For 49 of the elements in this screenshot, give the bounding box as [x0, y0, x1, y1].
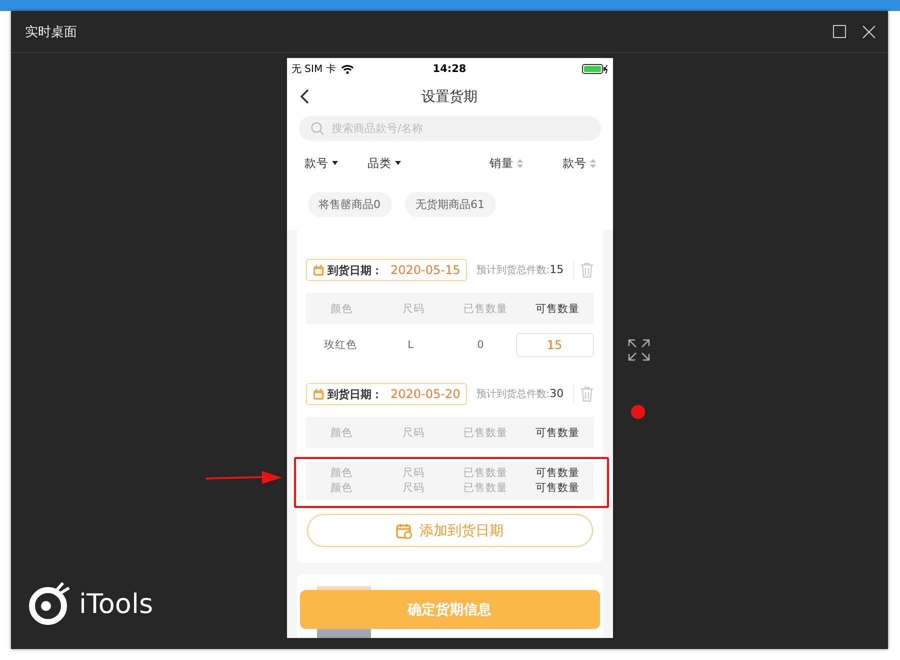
- window-title: 实时桌面: [25, 24, 78, 40]
- filter-dropdown-button[interactable]: 品类: [368, 156, 400, 170]
- expand-icon[interactable]: [628, 339, 650, 361]
- dropdown-caret-icon: [332, 161, 338, 165]
- table-cell-text: 0: [476, 339, 485, 351]
- expected-total-text: 预计到货总件数:30: [476, 387, 565, 401]
- column-header: 尺码: [402, 466, 426, 481]
- column-header: 颜色: [330, 426, 354, 440]
- status-time: 14:28: [432, 63, 466, 75]
- column-header: 尺码: [402, 481, 426, 496]
- calendar-add-icon: [396, 522, 412, 538]
- table-cell-text: 玫红色: [323, 338, 358, 352]
- column-header: 颜色: [330, 466, 354, 481]
- filter-sort-button[interactable]: 销量: [490, 156, 522, 170]
- battery-icon: [582, 64, 608, 74]
- column-header: 颜色: [330, 302, 354, 316]
- column-header: 可售数量: [534, 426, 580, 440]
- arrival-date-badge[interactable]: 到货日期： 2020-05-15: [306, 259, 468, 281]
- itools-logo: iTools: [27, 582, 154, 626]
- column-header: 可售数量: [534, 481, 580, 496]
- calendar-icon: [312, 388, 324, 400]
- filter-dropdown-button[interactable]: 款号: [304, 156, 338, 170]
- back-icon[interactable]: [300, 89, 308, 104]
- sort-icon: [590, 158, 596, 168]
- arrival-date-badge[interactable]: 到货日期： 2020-05-20: [306, 383, 468, 405]
- carrier-text: 无 SIM 卡: [292, 62, 336, 76]
- column-header: 已售数量: [462, 481, 508, 496]
- expected-total-text: 预计到货总件数:15: [476, 263, 565, 277]
- wifi-icon: [340, 64, 354, 74]
- column-header: 已售数量: [462, 302, 508, 316]
- marker-dot: [631, 405, 645, 419]
- close-icon[interactable]: [862, 24, 876, 38]
- filter-chip[interactable]: 将售罄商品0: [308, 192, 392, 217]
- filter-sort-button[interactable]: 款号: [562, 156, 596, 170]
- sort-icon: [516, 158, 522, 168]
- logo-icon: [27, 582, 71, 626]
- column-header: 颜色: [330, 481, 354, 496]
- column-header: 可售数量: [534, 466, 580, 481]
- table-cell-text: L: [406, 339, 414, 351]
- filter-chip[interactable]: 无货期商品61: [404, 192, 496, 217]
- column-header: 已售数量: [462, 466, 508, 481]
- dropdown-caret-icon: [394, 161, 400, 165]
- page-title: 设置货期: [422, 88, 478, 106]
- column-header: 尺码: [402, 426, 426, 440]
- calendar-icon: [312, 264, 324, 276]
- column-header: 已售数量: [462, 426, 508, 440]
- column-header: 尺码: [402, 302, 426, 316]
- maximize-icon[interactable]: [833, 25, 846, 38]
- column-header: 可售数量: [534, 302, 580, 316]
